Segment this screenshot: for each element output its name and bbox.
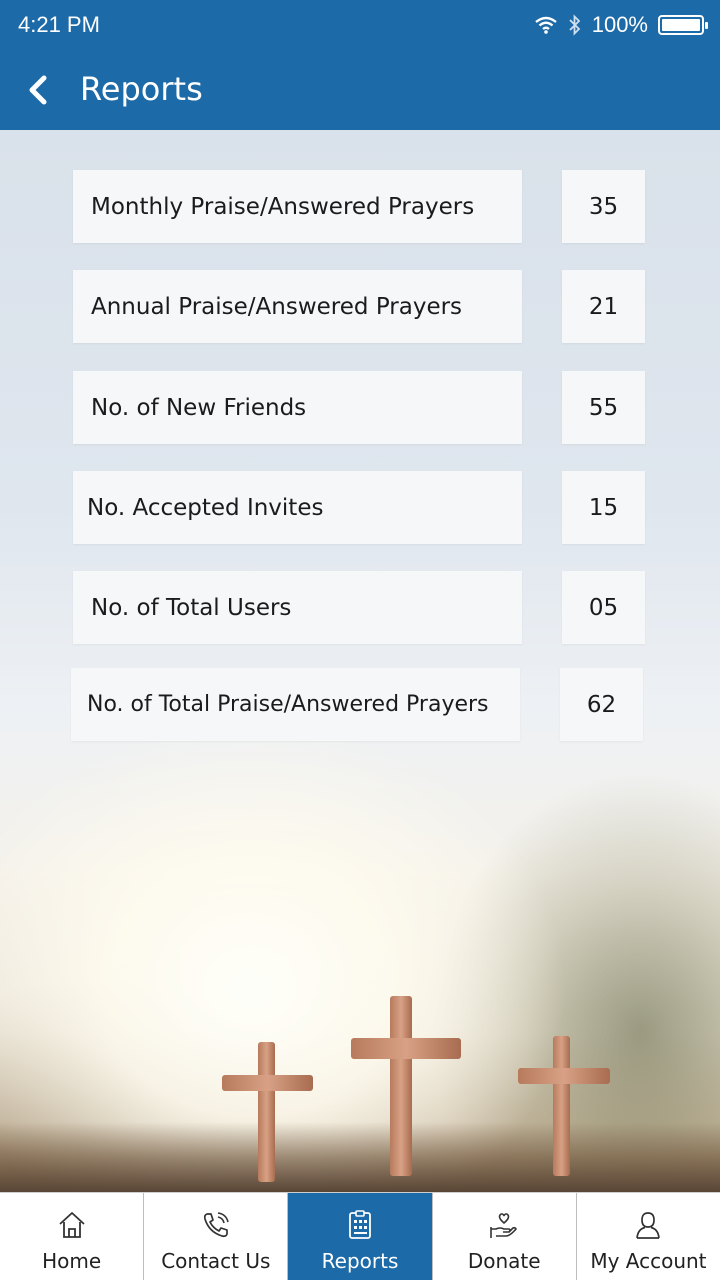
back-button[interactable]	[22, 70, 62, 110]
report-label: Annual Praise/Answered Prayers	[73, 270, 522, 343]
nav-my-account[interactable]: My Account	[577, 1193, 720, 1280]
donate-hand-heart-icon	[490, 1213, 518, 1238]
reports-icon	[349, 1210, 371, 1239]
cross-left	[258, 1042, 275, 1182]
status-bar: 4:21 PM 100%	[0, 0, 720, 50]
battery-icon	[658, 15, 708, 35]
report-value: 05	[562, 571, 645, 644]
phone-icon	[203, 1212, 229, 1238]
nav-label: Contact Us	[161, 1249, 271, 1273]
report-label: Monthly Praise/Answered Prayers	[73, 170, 522, 243]
report-label: No. of Total Praise/Answered Prayers	[71, 668, 520, 741]
bluetooth-icon	[569, 14, 580, 36]
cross-middle-bar	[351, 1038, 461, 1059]
report-label: No. Accepted Invites	[73, 471, 522, 544]
cross-right	[553, 1036, 570, 1176]
nav-home[interactable]: Home	[0, 1193, 145, 1280]
bottom-nav: Home Contact Us Reports Donate My Accoun…	[0, 1192, 720, 1280]
report-value: 62	[560, 668, 643, 741]
cross-right-bar	[518, 1068, 610, 1084]
nav-label: Reports	[321, 1249, 399, 1273]
report-value: 15	[562, 471, 645, 544]
cross-middle	[390, 996, 412, 1176]
report-value: 35	[562, 170, 645, 243]
report-value: 21	[562, 270, 645, 343]
wifi-icon	[534, 16, 557, 34]
user-icon	[636, 1212, 661, 1239]
nav-reports[interactable]: Reports	[288, 1193, 433, 1280]
home-icon	[58, 1212, 85, 1238]
page-title: Reports	[80, 70, 203, 108]
nav-contact-us[interactable]: Contact Us	[144, 1193, 289, 1280]
app-header: Reports	[0, 50, 720, 130]
report-label: No. of Total Users	[73, 571, 522, 644]
battery-percent: 100%	[591, 12, 648, 37]
report-value: 55	[562, 371, 645, 444]
ground	[0, 1122, 720, 1192]
nav-label: Donate	[467, 1249, 541, 1273]
nav-label: Home	[42, 1249, 102, 1273]
nav-donate[interactable]: Donate	[433, 1193, 577, 1280]
nav-label: My Account	[590, 1249, 707, 1273]
status-time: 4:21 PM	[18, 12, 100, 37]
cross-left-bar	[222, 1075, 313, 1091]
status-icons: 100%	[534, 12, 708, 38]
report-label: No. of New Friends	[73, 371, 522, 444]
